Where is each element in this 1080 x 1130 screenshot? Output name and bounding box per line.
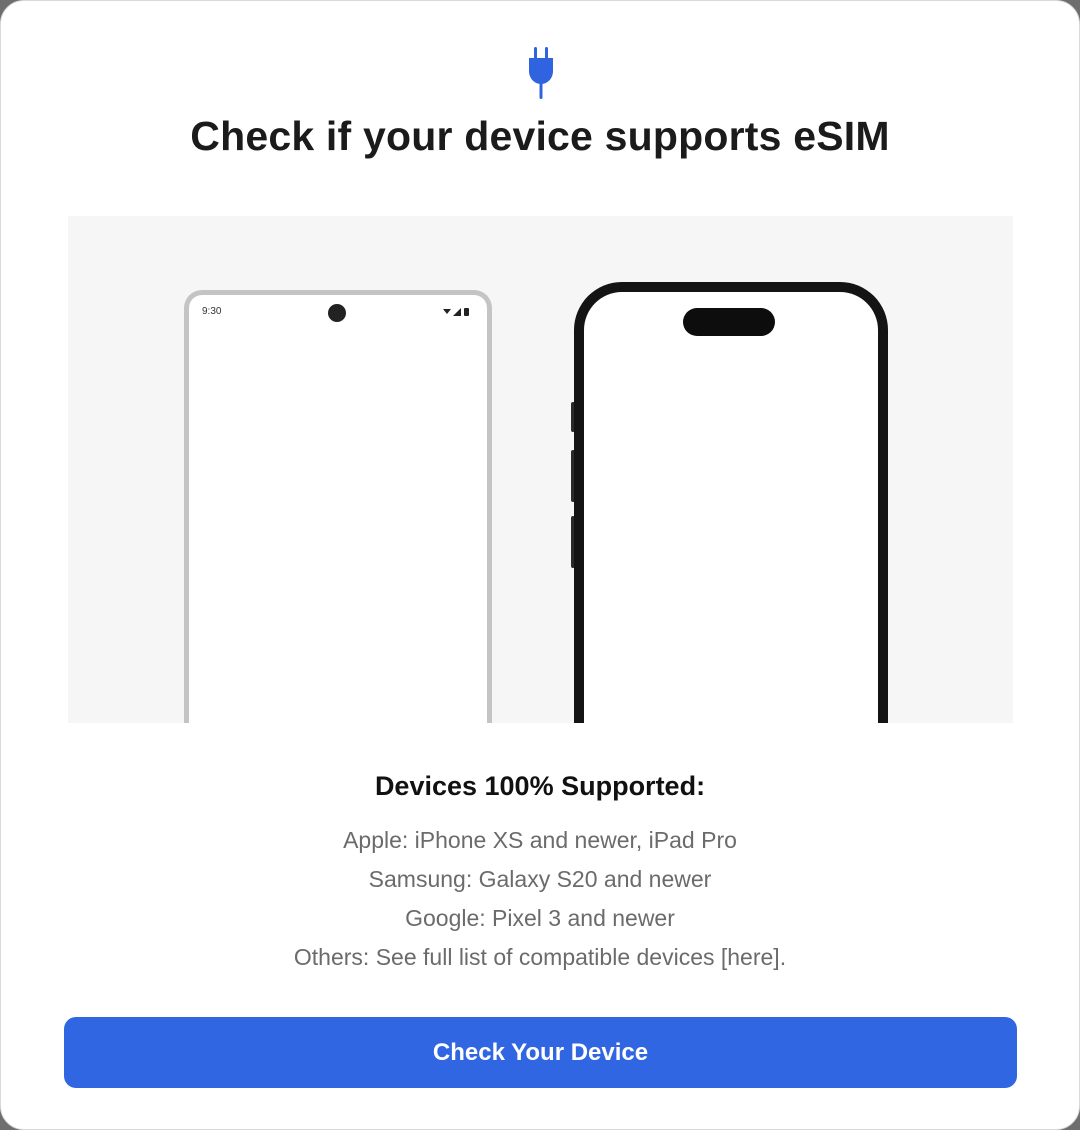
camera-punch-hole xyxy=(328,304,346,322)
device-item-others[interactable]: Others: See full list of compatible devi… xyxy=(1,938,1079,977)
dynamic-island xyxy=(683,308,775,336)
device-item-google: Google: Pixel 3 and newer xyxy=(405,905,675,931)
android-phone-illustration: 9:30 xyxy=(184,290,492,723)
supported-devices-heading: Devices 100% Supported: xyxy=(374,771,706,801)
iphone-illustration xyxy=(574,282,888,723)
esim-check-card: Check if your device supports eSIM 9:30 … xyxy=(0,0,1080,1130)
plug-icon xyxy=(529,47,553,99)
page-title: Check if your device supports eSIM xyxy=(190,113,890,159)
device-illustration: 9:30 xyxy=(68,216,1013,723)
status-time: 9:30 xyxy=(202,306,222,317)
status-icons xyxy=(443,308,469,316)
check-device-button[interactable]: Check Your Device xyxy=(64,1017,1017,1088)
device-item-apple: Apple: iPhone XS and newer, iPad Pro xyxy=(343,827,737,853)
supported-devices-list: Apple: iPhone XS and newer, iPad Pro Sam… xyxy=(1,821,1079,977)
device-item-samsung: Samsung: Galaxy S20 and newer xyxy=(368,866,712,892)
